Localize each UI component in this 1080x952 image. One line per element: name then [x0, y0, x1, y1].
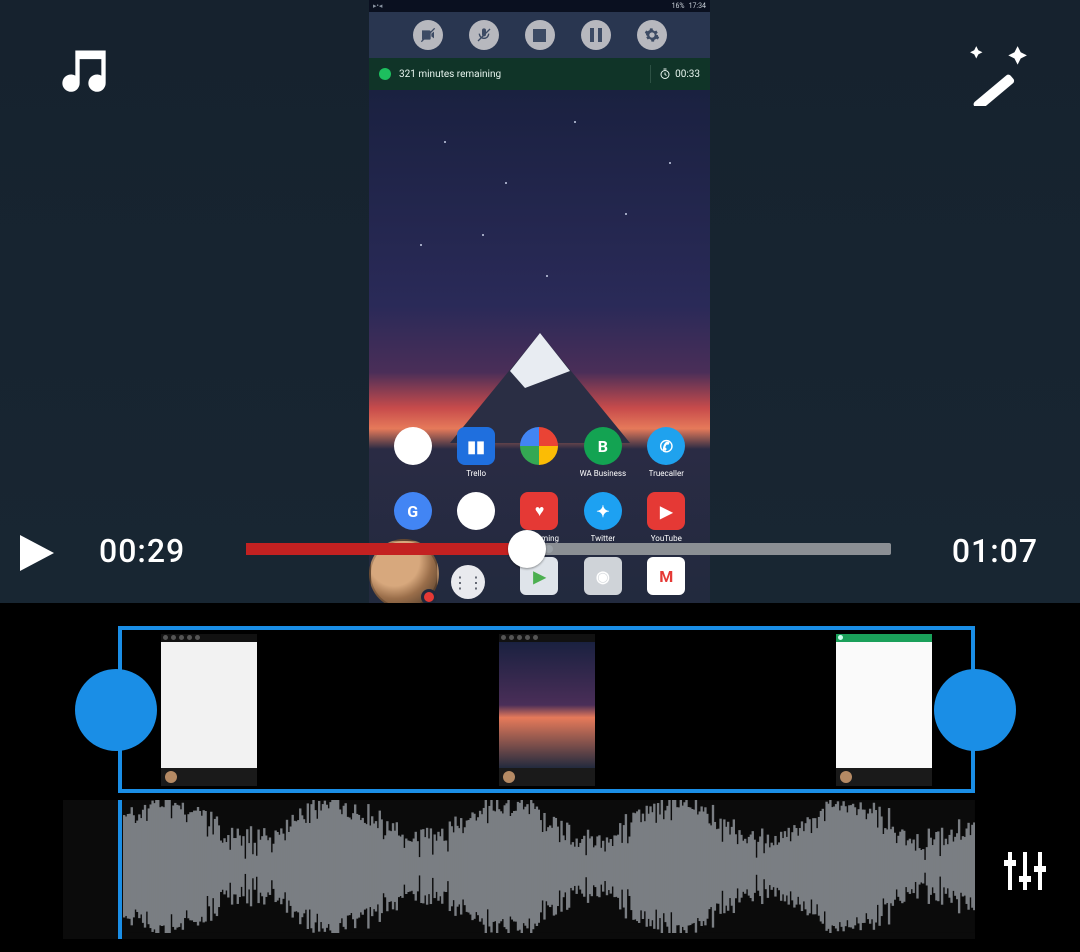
pause-button[interactable] [581, 20, 611, 50]
video-preview-area: ▸•◂ 16% 17:34 321 minutes remaining 00:3… [0, 0, 1080, 603]
music-icon[interactable] [58, 44, 110, 96]
stop-button[interactable] [525, 20, 555, 50]
phone-wallpaper: ▮▮Trello BWA Business ✆Truecaller G ♥YT … [369, 90, 710, 603]
play-button[interactable] [16, 533, 56, 573]
dock-app-gmail[interactable]: M [637, 557, 695, 595]
app-tile-wa-business[interactable]: BWA Business [574, 427, 632, 478]
app-tile-twitter[interactable]: ✦Twitter [574, 492, 632, 543]
waveform [123, 800, 975, 933]
thumbnail [161, 634, 257, 786]
mic-off-button[interactable] [469, 20, 499, 50]
app-tile-google[interactable]: G [384, 492, 442, 543]
mixer-icon[interactable] [1002, 848, 1048, 894]
video-frame: ▸•◂ 16% 17:34 321 minutes remaining 00:3… [369, 0, 710, 603]
audio-track[interactable] [63, 800, 975, 939]
video-track[interactable] [118, 626, 975, 793]
status-left: ▸•◂ [373, 2, 382, 10]
app-tile[interactable] [384, 427, 442, 478]
recording-dot [379, 68, 391, 80]
app-drawer-button[interactable]: ⋮⋮ [451, 565, 485, 599]
app-tile-youtube[interactable]: ▶YouTube [637, 492, 695, 543]
app-tile[interactable] [510, 427, 568, 478]
elapsed-value: 00:33 [675, 69, 700, 80]
app-tile-truecaller[interactable]: ✆Truecaller [637, 427, 695, 478]
recorder-toolbar [369, 12, 710, 58]
app-tile-trello[interactable]: ▮▮Trello [447, 427, 505, 478]
elapsed-time: 00:33 [659, 68, 700, 80]
trim-end-handle[interactable] [934, 669, 1016, 751]
timeline-area [0, 603, 1080, 952]
current-time: 00:29 [99, 532, 185, 570]
status-battery: 16% [672, 2, 685, 10]
magic-wand-icon[interactable] [968, 44, 1030, 106]
recorder-status-bar: 321 minutes remaining 00:33 [369, 58, 710, 90]
thumbnail-strip [126, 634, 967, 785]
thumbnail [499, 634, 595, 786]
seek-thumb[interactable] [508, 530, 546, 568]
seek-marker [545, 545, 553, 553]
recording-indicator [421, 589, 437, 603]
seek-progress [246, 543, 514, 555]
phone-status-bar: ▸•◂ 16% 17:34 [369, 0, 710, 12]
divider [650, 65, 651, 83]
thumbnail [836, 634, 932, 786]
dock-app-camera[interactable]: ◉ [574, 557, 632, 595]
stopwatch-icon [659, 68, 671, 80]
total-time: 01:07 [952, 532, 1038, 570]
video-off-button[interactable] [413, 20, 443, 50]
app-tile[interactable] [447, 492, 505, 543]
trim-start-handle[interactable] [75, 669, 157, 751]
seek-bar[interactable] [246, 543, 891, 555]
audio-playhead[interactable] [118, 800, 122, 939]
status-clock: 17:34 [689, 2, 706, 10]
remaining-label: 321 minutes remaining [399, 69, 501, 80]
settings-button[interactable] [637, 20, 667, 50]
